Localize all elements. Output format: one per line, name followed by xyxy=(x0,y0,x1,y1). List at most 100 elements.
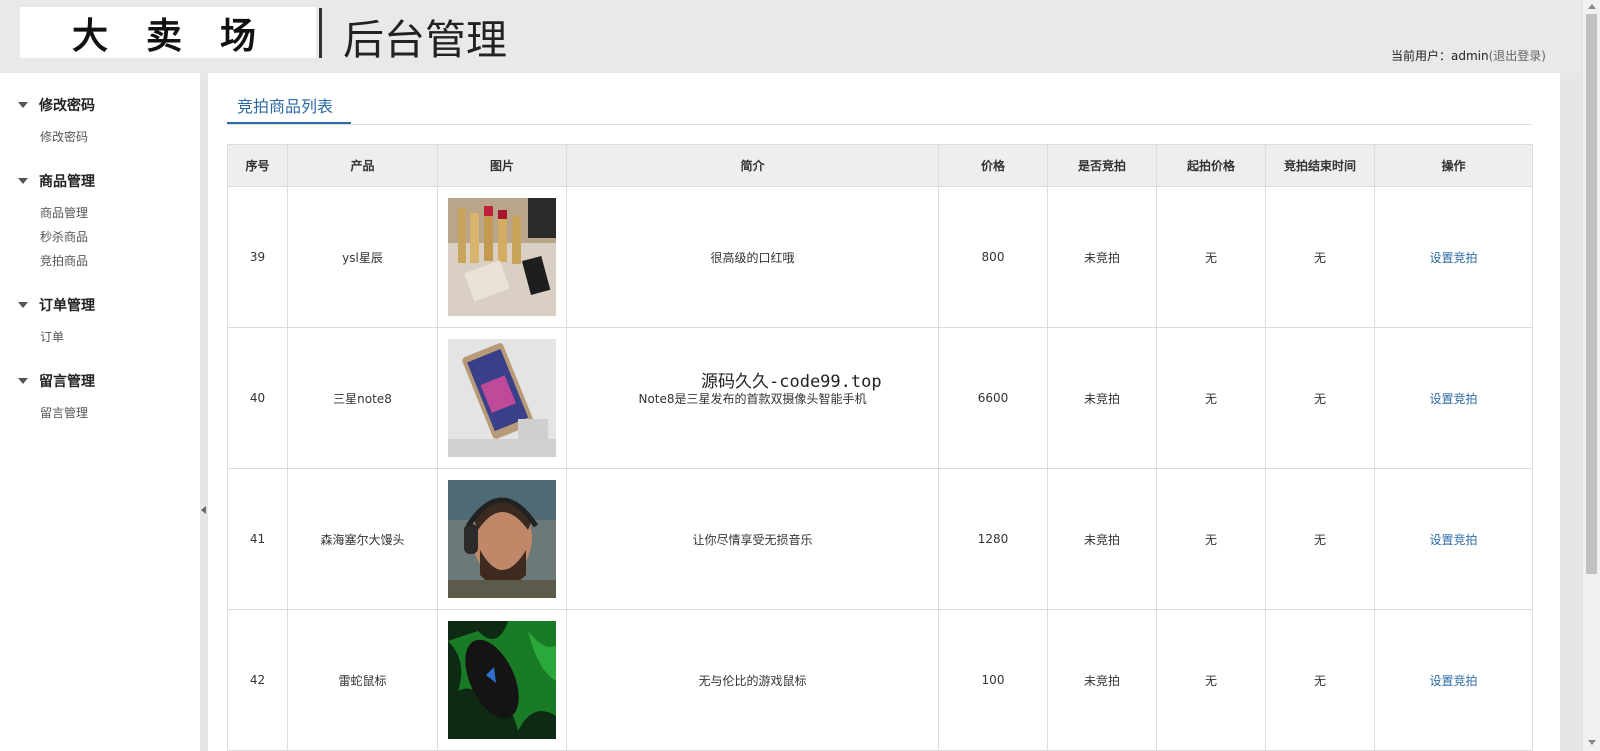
mouse-image xyxy=(448,621,556,739)
caret-down-icon xyxy=(18,302,28,308)
cell-price: 100 xyxy=(938,609,1048,751)
column-header: 图片 xyxy=(437,144,567,187)
cell-image xyxy=(437,468,567,610)
cell-id: 42 xyxy=(227,609,288,751)
set-auction-link[interactable]: 设置竞拍 xyxy=(1429,533,1477,547)
sidebar-section-orders: 订单管理 订单 xyxy=(18,295,95,349)
cell-desc: 让你尽情享受无损音乐 xyxy=(566,468,939,610)
cell-end-time: 无 xyxy=(1265,186,1375,328)
sidebar-header-orders[interactable]: 订单管理 xyxy=(18,295,95,315)
divider xyxy=(227,124,1532,125)
cell-product: 雷蛇鼠标 xyxy=(287,609,438,751)
cell-action: 设置竞拍 xyxy=(1374,468,1533,610)
cell-end-time: 无 xyxy=(1265,327,1375,469)
table-row: 39 ysl星辰 很高级的口红哦 800 未竞拍 无 无 设置竞拍 xyxy=(227,186,1533,328)
auction-table: 序号 产品 图片 简介 价格 是否竞拍 起拍价格 竞拍结束时间 操作 39 ys… xyxy=(227,144,1533,751)
logo-divider xyxy=(319,8,322,58)
watermark: 源码久久-code99.top xyxy=(701,372,882,392)
logout-link[interactable]: (退出登录) xyxy=(1489,49,1546,63)
column-header: 价格 xyxy=(938,144,1048,187)
cell-product: 森海塞尔大馒头 xyxy=(287,468,438,610)
scrollbar[interactable] xyxy=(1582,0,1600,751)
sidebar-item-flash-sale[interactable]: 秒杀商品 xyxy=(40,225,95,249)
sidebar-collapse-bar[interactable] xyxy=(200,73,208,751)
sidebar-section-password: 修改密码 修改密码 xyxy=(18,95,95,149)
user-label: 当前用户： xyxy=(1391,49,1452,63)
cell-start-price: 无 xyxy=(1156,186,1266,328)
sidebar-header-products[interactable]: 商品管理 xyxy=(18,171,95,191)
caret-down-icon xyxy=(18,178,28,184)
cell-start-price: 无 xyxy=(1156,327,1266,469)
sidebar-header-label: 修改密码 xyxy=(39,98,95,114)
column-header: 是否竞拍 xyxy=(1047,144,1157,187)
column-header: 简介 xyxy=(566,144,939,187)
cell-end-time: 无 xyxy=(1265,468,1375,610)
column-header: 竞拍结束时间 xyxy=(1265,144,1375,187)
cell-price: 800 xyxy=(938,186,1048,328)
cell-start-price: 无 xyxy=(1156,609,1266,751)
cell-start-price: 无 xyxy=(1156,468,1266,610)
sidebar-header-password[interactable]: 修改密码 xyxy=(18,95,95,115)
sidebar-header-messages[interactable]: 留言管理 xyxy=(18,371,95,391)
headphones-image xyxy=(448,480,556,598)
caret-down-icon xyxy=(18,102,28,108)
logo: 大卖场 xyxy=(20,7,316,58)
cell-auction-status: 未竞拍 xyxy=(1047,468,1157,610)
column-header: 起拍价格 xyxy=(1156,144,1266,187)
cell-auction-status: 未竞拍 xyxy=(1047,609,1157,751)
scroll-thumb[interactable] xyxy=(1586,14,1597,574)
cell-product: 三星note8 xyxy=(287,327,438,469)
cell-product: ysl星辰 xyxy=(287,186,438,328)
column-header: 操作 xyxy=(1374,144,1533,187)
header: 大卖场 后台管理 当前用户：admin(退出登录) xyxy=(0,0,1582,73)
cell-auction-status: 未竞拍 xyxy=(1047,186,1157,328)
cell-price: 1280 xyxy=(938,468,1048,610)
sidebar-header-label: 留言管理 xyxy=(39,374,95,390)
page-title: 后台管理 xyxy=(343,16,507,64)
cell-id: 40 xyxy=(227,327,288,469)
set-auction-link[interactable]: 设置竞拍 xyxy=(1429,392,1477,406)
cell-desc: Note8是三星发布的首款双摄像头智能手机 xyxy=(566,327,939,469)
sidebar-item-product-management[interactable]: 商品管理 xyxy=(40,201,95,225)
caret-down-icon xyxy=(18,378,28,384)
cell-image xyxy=(437,186,567,328)
cell-auction-status: 未竞拍 xyxy=(1047,327,1157,469)
tab-auction-list[interactable]: 竞拍商品列表 xyxy=(237,93,333,117)
main-content: 竞拍商品列表 序号 产品 图片 简介 价格 是否竞拍 起拍价格 竞拍结束时间 操… xyxy=(208,73,1560,751)
table-row: 42 雷蛇鼠标 无与伦比的游戏鼠标 100 未竞拍 无 无 设置竞拍 xyxy=(227,609,1533,751)
cell-desc: 很高级的口红哦 xyxy=(566,186,939,328)
sidebar-section-products: 商品管理 商品管理 秒杀商品 竞拍商品 xyxy=(18,171,95,273)
sidebar-header-label: 商品管理 xyxy=(39,174,95,190)
sidebar-item-auction[interactable]: 竞拍商品 xyxy=(40,249,95,273)
sidebar-item-change-password[interactable]: 修改密码 xyxy=(40,125,95,149)
column-header: 产品 xyxy=(287,144,438,187)
set-auction-link[interactable]: 设置竞拍 xyxy=(1429,251,1477,265)
cell-id: 41 xyxy=(227,468,288,610)
scroll-down-icon[interactable] xyxy=(1588,740,1596,745)
phone-image xyxy=(448,339,556,457)
cell-action: 设置竞拍 xyxy=(1374,609,1533,751)
table-row: 40 三星note8 Note8是三星发布的首款双摄像头智能手机 6600 未竞… xyxy=(227,327,1533,469)
cell-image xyxy=(437,609,567,751)
cell-price: 6600 xyxy=(938,327,1048,469)
scroll-up-icon[interactable] xyxy=(1588,4,1596,9)
sidebar-header-label: 订单管理 xyxy=(39,298,95,314)
table-header-row: 序号 产品 图片 简介 价格 是否竞拍 起拍价格 竞拍结束时间 操作 xyxy=(227,144,1533,187)
column-header: 序号 xyxy=(227,144,288,187)
cell-action: 设置竞拍 xyxy=(1374,327,1533,469)
collapse-arrow-icon[interactable] xyxy=(201,506,206,514)
sidebar-item-orders[interactable]: 订单 xyxy=(40,325,95,349)
user-name: admin xyxy=(1451,49,1489,63)
cell-desc: 无与伦比的游戏鼠标 xyxy=(566,609,939,751)
cell-action: 设置竞拍 xyxy=(1374,186,1533,328)
lipstick-image xyxy=(448,198,556,316)
sidebar-item-messages[interactable]: 留言管理 xyxy=(40,401,95,425)
sidebar: 修改密码 修改密码 商品管理 商品管理 秒杀商品 竞拍商品 订单管理 订单 留言… xyxy=(0,73,200,751)
cell-id: 39 xyxy=(227,186,288,328)
user-info: 当前用户：admin(退出登录) xyxy=(1391,47,1546,64)
set-auction-link[interactable]: 设置竞拍 xyxy=(1429,674,1477,688)
cell-end-time: 无 xyxy=(1265,609,1375,751)
sidebar-section-messages: 留言管理 留言管理 xyxy=(18,371,95,425)
table-row: 41 森海塞尔大馒头 让你尽情享受无损音乐 1280 未竞拍 无 无 设置竞拍 xyxy=(227,468,1533,610)
cell-image xyxy=(437,327,567,469)
